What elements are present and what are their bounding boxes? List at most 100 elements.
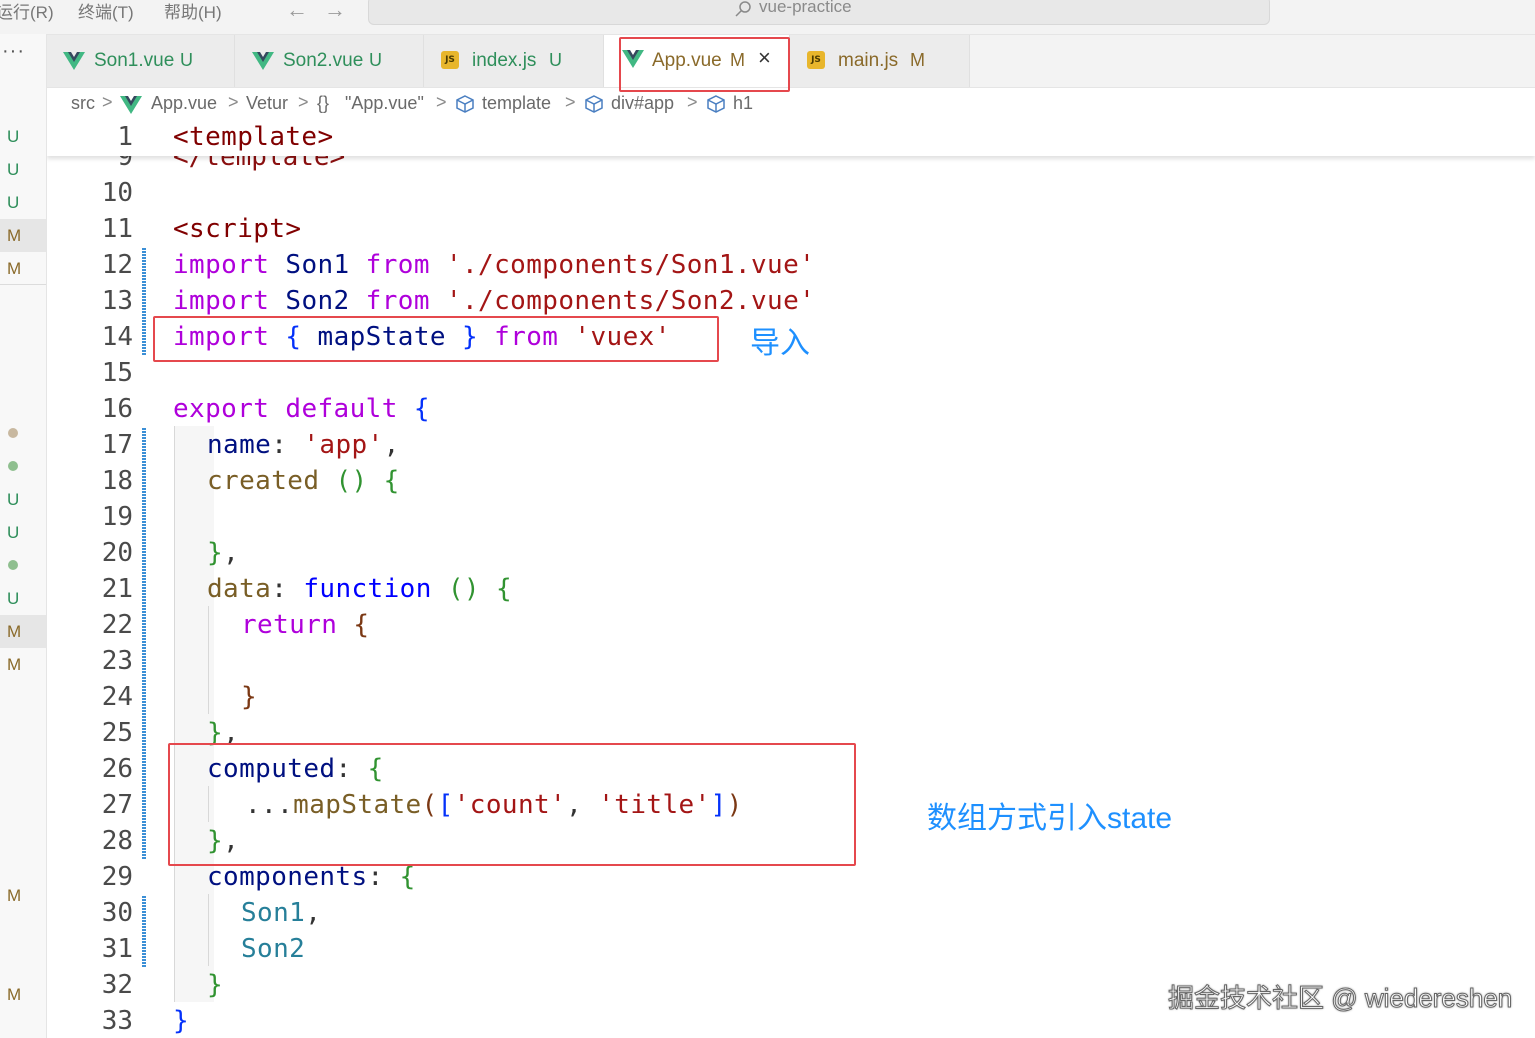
tab-label: index.js bbox=[472, 50, 537, 71]
code-line: import Son2 from './components/Son2.vue' bbox=[173, 286, 816, 316]
folder-status-dot bbox=[8, 560, 18, 570]
line-number: 13 bbox=[101, 286, 133, 316]
back-arrow-icon[interactable]: ← bbox=[286, 0, 308, 23]
code-line: data: function () { bbox=[207, 574, 513, 604]
line-number: 27 bbox=[101, 790, 133, 820]
breadcrumb-separator: > bbox=[228, 92, 239, 112]
more-actions-icon[interactable]: ··· bbox=[2, 40, 25, 63]
tab-git-flag: U bbox=[180, 50, 193, 70]
code-line: Son2 bbox=[241, 934, 306, 964]
scm-flag: U bbox=[7, 193, 20, 212]
breadcrumb-separator: > bbox=[102, 92, 113, 112]
line-number: 17 bbox=[101, 430, 133, 460]
tab-git-flag: M bbox=[910, 50, 925, 70]
tab-label: Son1.vue bbox=[94, 50, 175, 71]
diff-gutter-bar bbox=[142, 896, 146, 968]
js-icon: JS bbox=[807, 51, 825, 69]
line-number: 33 bbox=[101, 1006, 133, 1036]
code-line: } bbox=[241, 682, 258, 712]
menu-terminal[interactable]: 终端(T) bbox=[78, 0, 134, 23]
search-icon bbox=[735, 1, 751, 17]
line-number: 1 bbox=[117, 122, 133, 152]
tab-index-js[interactable]: JS index.js U bbox=[424, 35, 604, 87]
command-center[interactable]: vue-practice bbox=[368, 0, 1270, 25]
menu-help[interactable]: 帮助(H) bbox=[164, 0, 222, 23]
scm-flag: U bbox=[7, 160, 20, 179]
line-number: 12 bbox=[101, 250, 133, 280]
breadcrumb: src > App.vue > Vetur > {} "App.vue" > t… bbox=[47, 88, 1535, 122]
breadcrumb-separator: > bbox=[565, 92, 576, 112]
import-highlight-box bbox=[153, 316, 719, 362]
code-line: <script> bbox=[173, 214, 302, 244]
scm-flag: M bbox=[7, 886, 22, 905]
tab-son1-vue[interactable]: Son1.vue U bbox=[47, 35, 235, 87]
breadcrumb-block[interactable]: "App.vue" bbox=[345, 93, 424, 114]
code-line: }, bbox=[207, 538, 240, 568]
cube-icon bbox=[456, 95, 474, 113]
line-number: 15 bbox=[101, 358, 133, 388]
breadcrumb-src[interactable]: src bbox=[71, 93, 95, 114]
line-number: 31 bbox=[101, 934, 133, 964]
diff-gutter-bar bbox=[142, 248, 146, 356]
breadcrumb-separator: > bbox=[687, 92, 698, 112]
code-line: created () { bbox=[207, 466, 400, 496]
scm-flag: M bbox=[0, 219, 46, 252]
indent-guide bbox=[174, 426, 175, 1002]
indent-guide bbox=[208, 894, 209, 966]
import-annotation: 导入 bbox=[750, 327, 810, 360]
line-number: 14 bbox=[101, 322, 133, 352]
line-number: 10 bbox=[101, 178, 133, 208]
code-line: export default { bbox=[173, 394, 430, 424]
line-number: 28 bbox=[101, 826, 133, 856]
scm-flag: U bbox=[7, 127, 20, 146]
sticky-scroll-header[interactable]: 1 <template> bbox=[47, 122, 1535, 156]
breadcrumb-vetur[interactable]: Vetur bbox=[246, 93, 288, 114]
watermark: 掘金技术社区 @ wiedereshen bbox=[1167, 983, 1513, 1014]
line-number: 24 bbox=[101, 682, 133, 712]
array-annotation: 数组方式引入state bbox=[927, 802, 1173, 835]
scm-flag: M bbox=[7, 985, 22, 1004]
tab-git-flag: U bbox=[549, 50, 562, 70]
active-tab-highlight bbox=[619, 37, 790, 92]
code-line: } bbox=[207, 970, 224, 1000]
code-line: Son1, bbox=[241, 898, 322, 928]
breadcrumb-template[interactable]: template bbox=[482, 93, 551, 114]
line-number: 19 bbox=[101, 502, 133, 532]
breadcrumb-div[interactable]: div#app bbox=[611, 93, 674, 114]
breadcrumb-separator: > bbox=[436, 92, 447, 112]
line-number: 25 bbox=[101, 718, 133, 748]
scm-flag: U bbox=[7, 523, 20, 542]
workspace-name: vue-practice bbox=[759, 0, 852, 16]
folder-status-dot bbox=[8, 461, 18, 471]
code-line: name: 'app', bbox=[207, 430, 400, 460]
tab-son2-vue[interactable]: Son2.vue U bbox=[235, 35, 424, 87]
tab-label: Son2.vue bbox=[283, 50, 364, 71]
line-number: 18 bbox=[101, 466, 133, 496]
line-number: 20 bbox=[101, 538, 133, 568]
scm-flag: M bbox=[0, 252, 46, 285]
forward-arrow-icon[interactable]: → bbox=[324, 0, 346, 23]
scm-flag: M bbox=[0, 615, 46, 648]
line-number: 29 bbox=[101, 862, 133, 892]
code-editor[interactable]: 1 <template> </template> 9 10 11 12 13 1… bbox=[47, 122, 1535, 1038]
diff-gutter-bar bbox=[142, 428, 146, 860]
breadcrumb-file[interactable]: App.vue bbox=[151, 93, 217, 114]
line-number: 11 bbox=[101, 214, 133, 244]
indent-guide bbox=[208, 606, 209, 714]
scm-flag: M bbox=[7, 655, 22, 674]
editor-tab-bar: Son1.vue U Son2.vue U JS index.js U App.… bbox=[47, 35, 1535, 88]
code-line: components: { bbox=[207, 862, 416, 892]
line-number: 16 bbox=[101, 394, 133, 424]
menu-run[interactable]: 运行(R) bbox=[0, 0, 54, 23]
title-bar: 运行(R) 终端(T) 帮助(H) ← → vue-practice bbox=[0, 0, 1535, 35]
tab-git-flag: U bbox=[369, 50, 382, 70]
line-number: 21 bbox=[101, 574, 133, 604]
cube-icon bbox=[585, 95, 603, 113]
code-line: return { bbox=[241, 610, 370, 640]
computed-highlight-box bbox=[168, 743, 856, 866]
tab-main-js[interactable]: JS main.js M bbox=[790, 35, 970, 87]
code-line: } bbox=[173, 1006, 190, 1036]
js-icon: JS bbox=[441, 51, 459, 69]
braces-icon: {} bbox=[317, 93, 330, 113]
breadcrumb-h1[interactable]: h1 bbox=[733, 93, 753, 114]
